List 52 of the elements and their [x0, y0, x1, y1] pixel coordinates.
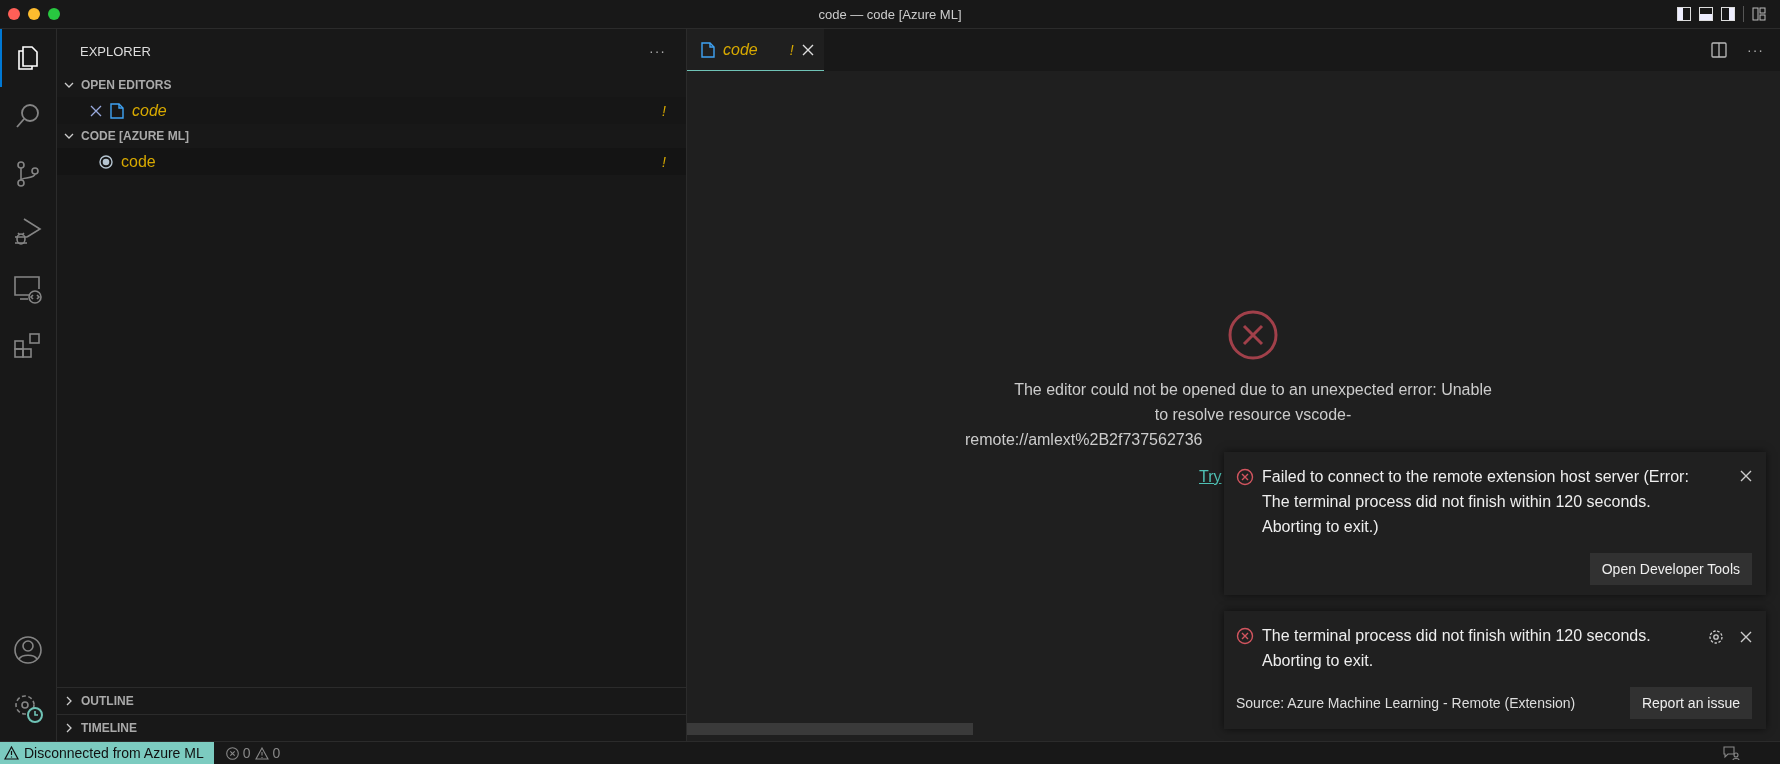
settings-icon[interactable] [1708, 629, 1724, 645]
editor-tab[interactable]: code ! [687, 29, 824, 71]
file-icon [110, 102, 124, 119]
circle-icon [99, 154, 113, 169]
problems-status[interactable]: 0 0 [213, 745, 281, 761]
error-icon [1236, 468, 1254, 486]
section-header[interactable]: CODE [AZURE ML] [57, 124, 686, 148]
close-icon[interactable] [90, 104, 102, 117]
run-debug-icon[interactable] [13, 217, 43, 247]
source-control-icon[interactable] [14, 160, 42, 188]
error-message-line: to resolve resource vscode- [1154, 404, 1352, 425]
error-message-line: remote://amlext%2B2f737562736 [965, 429, 1203, 450]
error-icon [1227, 308, 1279, 361]
toggle-sidebar-icon[interactable] [1677, 7, 1691, 21]
more-actions-button[interactable]: ··· [649, 43, 666, 59]
warning-icon [4, 746, 19, 760]
notification-message: The terminal process did not finish within 120 seconds. Aborting to exit. [1262, 626, 1652, 671]
close-window-button[interactable] [8, 8, 20, 20]
split-editor-icon[interactable] [1711, 42, 1727, 58]
section-header[interactable]: OPEN EDITORS [57, 73, 686, 97]
window-title: code — code [Azure ML] [818, 6, 962, 22]
customize-layout-icon[interactable] [1752, 7, 1766, 21]
notification-message: Failed to connect to the remote extension host server (Error: The terminal process did not finish within 120 seconds. Aborting to exit.) [1262, 467, 1690, 537]
scrollbar[interactable] [687, 723, 973, 735]
close-icon[interactable] [1740, 470, 1752, 482]
sidebar-title: EXPLORER [80, 43, 151, 59]
close-icon[interactable] [1740, 631, 1752, 643]
feedback-icon[interactable] [1722, 745, 1740, 761]
file-row[interactable]: code ! [57, 148, 686, 175]
maximize-window-button[interactable] [48, 8, 60, 20]
warning-label: ! [662, 102, 666, 119]
try-again-link[interactable]: Try [1199, 467, 1222, 486]
minimize-window-button[interactable] [28, 8, 40, 20]
warning-icon [254, 746, 269, 760]
warning-label: ! [662, 153, 666, 170]
section-header[interactable]: OUTLINE [57, 687, 686, 714]
notification-button[interactable]: Report an issue [1629, 687, 1752, 719]
error-icon [1236, 627, 1254, 645]
remote-explorer-icon[interactable] [13, 275, 43, 305]
error-message-line: The editor could not be opened due to an unexpected error: Unable [1014, 379, 1492, 400]
toggle-panel-icon[interactable] [1699, 7, 1713, 21]
file-icon [701, 42, 715, 58]
close-icon[interactable] [801, 44, 814, 56]
more-actions-button[interactable]: ··· [1747, 42, 1764, 58]
remote-status[interactable]: Disconnected from Azure ML [0, 742, 214, 764]
error-icon [225, 746, 239, 760]
notification-source: Source: Azure Machine Learning - Remote (Extension) [1236, 695, 1576, 711]
account-icon[interactable] [13, 635, 43, 665]
notification-button[interactable]: Open Developer Tools [1589, 553, 1752, 585]
settings-icon[interactable] [12, 692, 44, 724]
search-icon[interactable] [14, 102, 42, 130]
toggle-secondary-sidebar-icon[interactable] [1721, 7, 1735, 21]
